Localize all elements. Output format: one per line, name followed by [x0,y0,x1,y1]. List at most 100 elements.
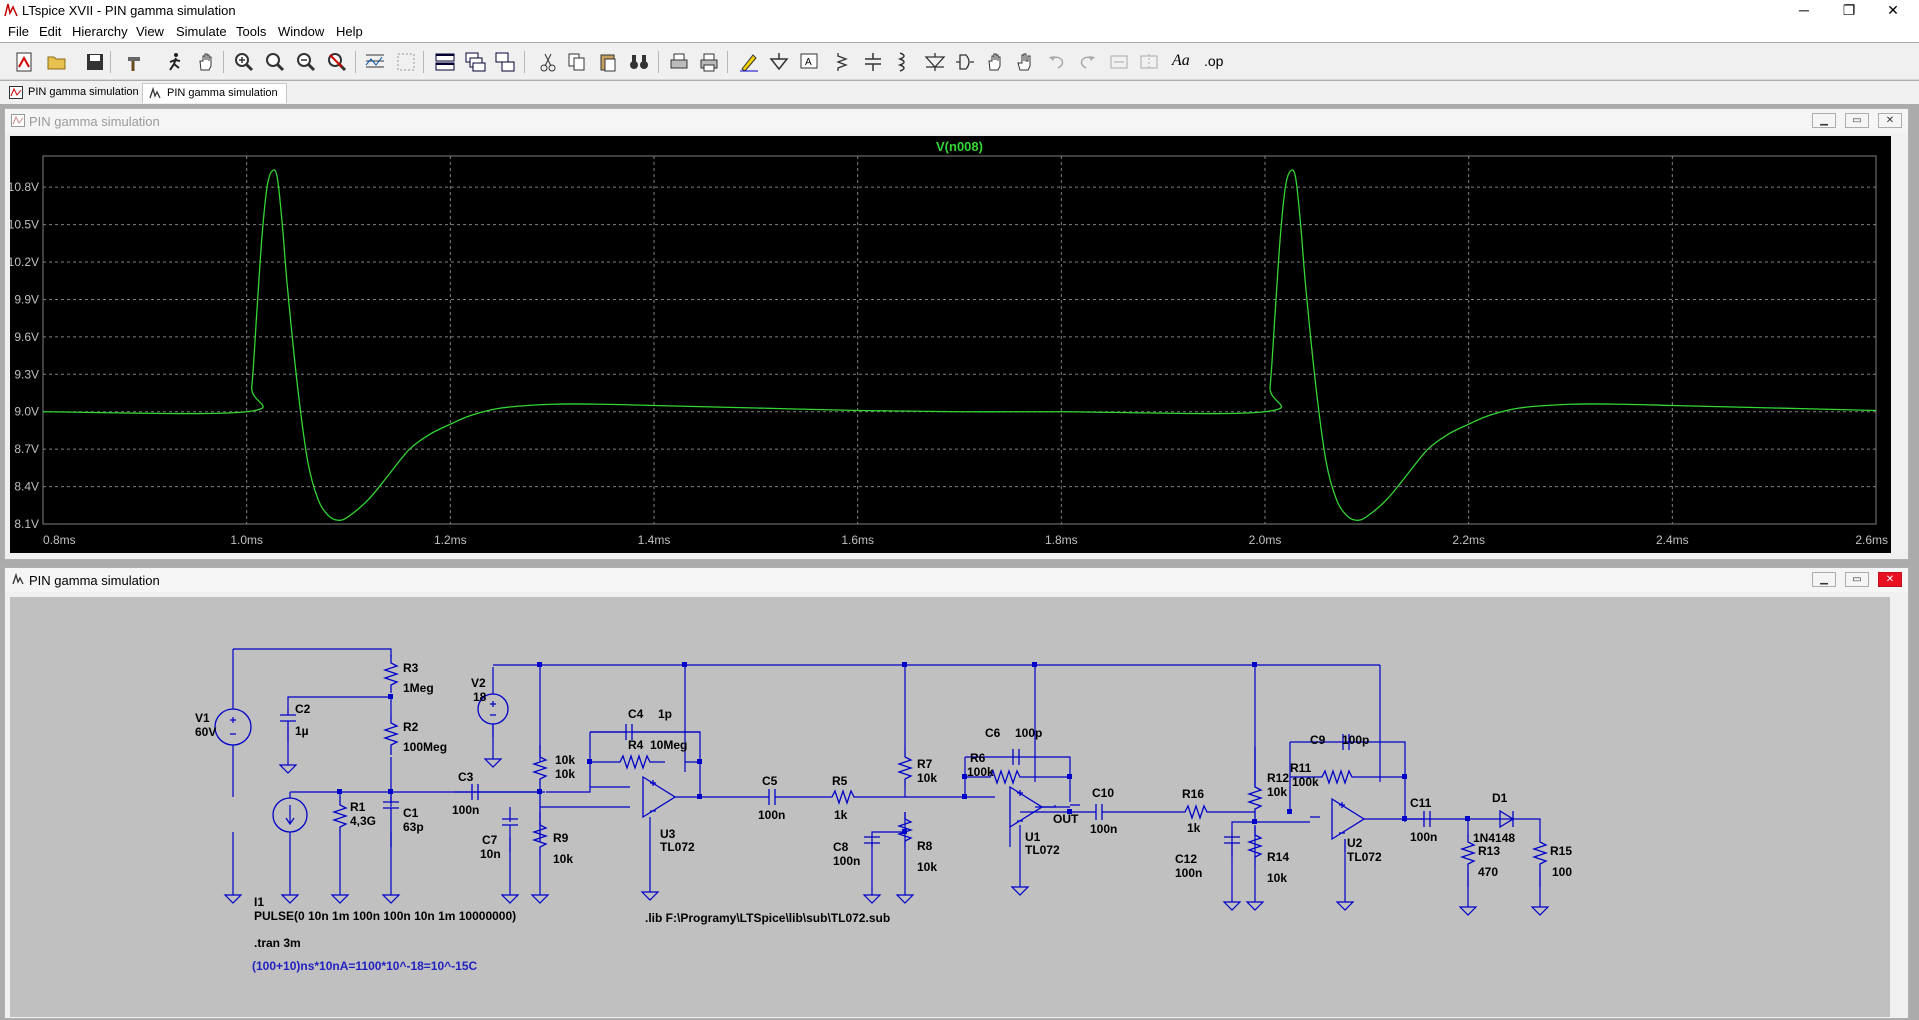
find-binoculars-icon[interactable] [628,51,650,73]
pan-hand-icon[interactable] [195,51,217,73]
waveform-close-button[interactable]: ✕ [1878,113,1902,128]
toolbar-separator [110,51,111,73]
u1-name: U1 [1025,830,1041,844]
menu-window[interactable]: Window [278,24,324,39]
resistor-r16-symbol [1180,803,1210,821]
tran-directive[interactable]: .tran 3m [254,936,301,950]
cascade-windows-icon[interactable] [464,51,486,73]
schematic-window-title: PIN gamma simulation [29,573,160,588]
print-icon[interactable] [698,51,720,73]
minimize-window-button[interactable]: ─ [1787,0,1821,22]
schematic-window-titlebar[interactable]: PIN gamma simulation ▁ ▭ ✕ [5,568,1908,592]
c6-name: C6 [985,726,1001,740]
new-schematic-icon[interactable] [14,51,36,73]
waveform-minimize-button[interactable]: ▁ [1812,113,1836,128]
zoom-cancel-icon[interactable] [326,51,348,73]
close-window-button[interactable]: ✕ [1876,0,1910,22]
rotate-icon[interactable] [1108,51,1130,73]
schematic-minimize-button[interactable]: ▁ [1812,572,1836,587]
menu-simulate[interactable]: Simulate [176,24,227,39]
capacitor-c10-symbol [1090,804,1110,820]
tile-vertical-icon[interactable] [494,51,516,73]
r8-name: R8 [917,839,933,853]
spice-directive-button[interactable]: .op [1204,53,1223,69]
c2-value: 1µ [295,724,309,738]
text-tool-button[interactable]: Aa [1172,52,1190,70]
delete-traces-icon[interactable] [395,51,417,73]
lib-directive[interactable]: .lib F:\Programy\LTSpice\lib\sub\TL072.s… [645,911,890,925]
drag-hand-icon[interactable] [1014,51,1036,73]
tab-label: PIN gamma simulation [167,87,278,99]
schematic-canvas[interactable]: V1 60V V2 18 R3 1Meg C2 1µ R2 100Meg R1 … [10,597,1890,1017]
label-net-icon[interactable]: A [798,51,820,73]
zoom-in-icon[interactable] [233,51,255,73]
r2-name: R2 [403,720,419,734]
diode-icon[interactable] [924,51,946,73]
redo-icon[interactable] [1076,51,1098,73]
r6-value: 100k [967,765,994,779]
opamp-u2-symbol [1331,797,1366,841]
r15-value: 100 [1552,865,1572,879]
tile-horizontal-icon[interactable] [434,51,456,73]
menu-view[interactable]: View [136,24,164,39]
y-tick-label: 10.5V [10,218,39,232]
pot1-value-a: 10k [555,753,575,767]
waveform-plot-pane[interactable]: 0.8ms 1.0ms 1.2ms 1.4ms 1.6ms 1.8ms 2.0ms 2.2ms… [8,136,1891,553]
x-tick-label: 1.0ms [230,533,263,547]
control-panel-hammer-icon[interactable] [124,51,146,73]
mirror-icon[interactable] [1138,51,1160,73]
copy-icon[interactable] [566,51,588,73]
c9-value: 100p [1342,733,1369,747]
schematic-maximize-button[interactable]: ▭ [1845,572,1869,587]
x-tick-label: 2.6ms [1855,533,1888,547]
c7-name: C7 [482,833,498,847]
y-tick-label: 9.9V [14,292,39,306]
tab-waveform[interactable]: PIN gamma simulation [4,83,147,102]
v1-value: 60V [195,725,216,739]
ground-symbol-icon[interactable] [768,51,790,73]
toolbar-separator [355,51,356,73]
r3-value: 1Meg [403,681,434,695]
schematic-icon [12,573,24,585]
menu-help[interactable]: Help [336,24,363,39]
open-folder-icon[interactable] [46,51,68,73]
tab-schematic[interactable]: PIN gamma simulation [142,83,287,103]
undo-icon[interactable] [1046,51,1068,73]
menu-hierarchy[interactable]: Hierarchy [72,24,128,39]
autorange-icon[interactable] [364,51,386,73]
move-hand-icon[interactable] [984,51,1006,73]
restore-window-button[interactable]: ❐ [1832,0,1866,22]
schematic-close-button[interactable]: ✕ [1878,572,1902,587]
y-tick-label: 9.0V [14,405,39,419]
waveform-chart[interactable]: 0.8ms 1.0ms 1.2ms 1.4ms 1.6ms 1.8ms 2.0ms 2.2ms… [8,136,1891,553]
capacitor-icon[interactable] [862,51,884,73]
run-simulation-icon[interactable] [164,51,186,73]
comment-text[interactable]: (100+10)ns*10nA=1100*10^-18=10^-15C [252,959,478,973]
r5-value: 1k [834,808,848,822]
waveform-window-titlebar[interactable]: PIN gamma simulation ▁ ▭ ✕ [5,109,1908,133]
resistor-icon[interactable] [832,51,854,73]
waveform-maximize-button[interactable]: ▭ [1845,113,1869,128]
cut-scissors-icon[interactable] [537,51,559,73]
r4-value: 10Meg [650,738,687,752]
paste-icon[interactable] [597,51,619,73]
schematic-drawing[interactable]: V1 60V V2 18 R3 1Meg C2 1µ R2 100Meg R1 … [10,597,1890,1017]
print-setup-icon[interactable] [668,51,690,73]
c11-name: C11 [1410,796,1432,810]
y-tick-label: 10.2V [10,255,39,269]
r16-value: 1k [1187,821,1201,835]
r11-name: R11 [1290,761,1312,775]
save-icon[interactable] [84,51,106,73]
zoom-full-icon[interactable] [264,51,286,73]
r13-name: R13 [1478,844,1500,858]
inductor-icon[interactable] [892,51,914,73]
zoom-out-icon[interactable] [295,51,317,73]
junction-dots [337,662,1470,834]
tab-label: PIN gamma simulation [28,86,139,98]
menu-edit[interactable]: Edit [39,24,61,39]
menu-file[interactable]: File [8,24,29,39]
draw-wire-pencil-icon[interactable] [738,51,760,73]
component-icon[interactable] [954,51,976,73]
menu-tools[interactable]: Tools [236,24,266,39]
resistor-r7-symbol [896,747,914,787]
